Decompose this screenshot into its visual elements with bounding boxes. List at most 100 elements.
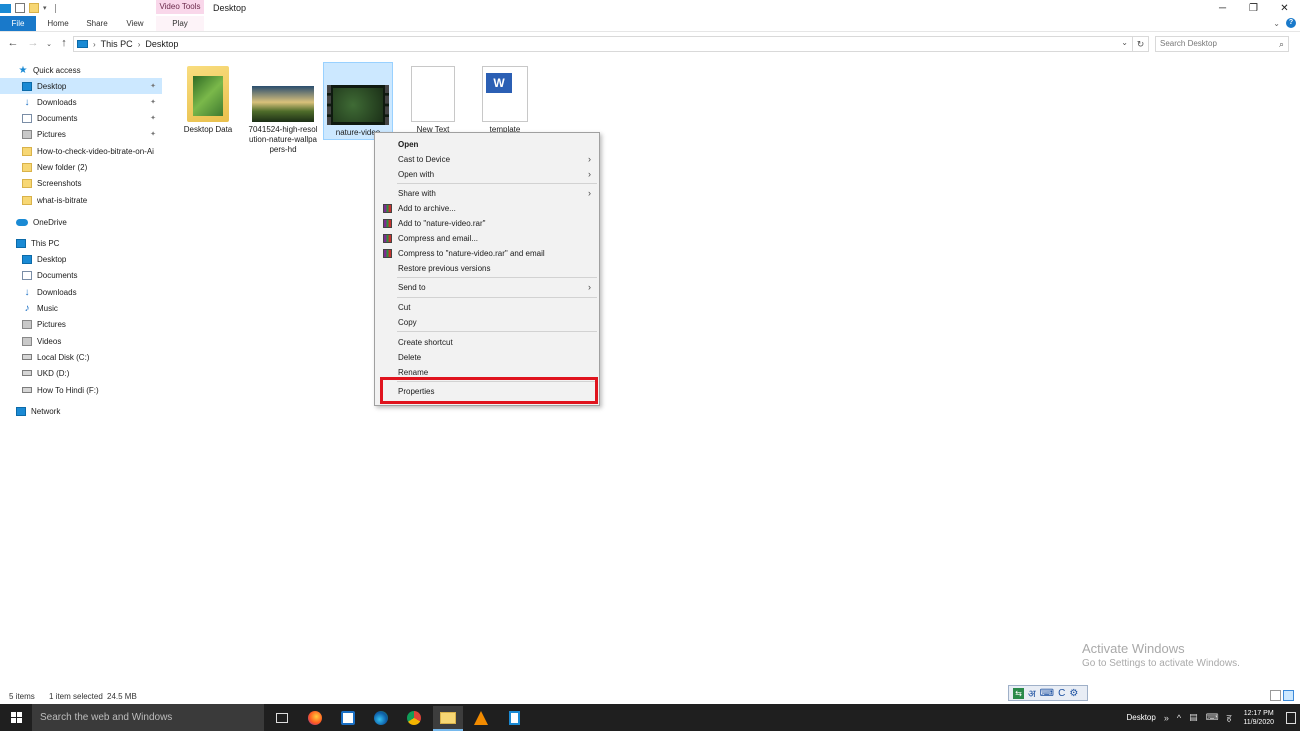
notes-app-icon[interactable] <box>504 708 524 728</box>
nav-label: Downloads <box>37 287 77 297</box>
tab-view[interactable]: View <box>122 16 148 31</box>
forward-arrow-icon[interactable]: → <box>26 37 40 49</box>
menu-item-add-to-rar[interactable]: Add to "nature-video.rar" <box>375 216 599 231</box>
menu-item-compress-to-rar-email[interactable]: Compress to "nature-video.rar" and email <box>375 246 599 261</box>
menu-item-cut[interactable]: Cut <box>375 300 599 315</box>
nav-quick-access[interactable]: ★ Quick access <box>0 62 162 78</box>
menu-item-create-shortcut[interactable]: Create shortcut <box>375 335 599 350</box>
menu-item-open-with[interactable]: Open with › <box>375 167 599 182</box>
ime-icon[interactable]: ⇆ <box>1013 687 1024 699</box>
file-item-template[interactable]: W template <box>470 62 540 135</box>
menu-item-open[interactable]: Open <box>375 137 599 152</box>
notifications-icon[interactable] <box>1286 711 1296 724</box>
nav-pc-local-disk-c[interactable]: Local Disk (C:) <box>0 349 162 365</box>
nav-quick-folder-new[interactable]: New folder (2) <box>0 159 162 175</box>
menu-item-compress-and-email[interactable]: Compress and email... <box>375 231 599 246</box>
file-item-new-text[interactable]: New Text <box>398 62 468 135</box>
breadcrumb-desktop[interactable]: Desktop <box>145 39 178 49</box>
menu-item-send-to[interactable]: Send to › <box>375 280 599 295</box>
task-view-icon[interactable] <box>272 708 292 728</box>
drive-icon <box>22 354 32 360</box>
firefox-icon[interactable] <box>305 708 325 728</box>
message-icon[interactable]: ▤ <box>1189 712 1198 723</box>
nav-pc-how-to-hindi-f[interactable]: How To Hindi (F:) <box>0 382 162 398</box>
nav-quick-folder-bitrate[interactable]: what-is-bitrate <box>0 192 162 208</box>
nav-this-pc[interactable]: This PC <box>0 235 162 251</box>
menu-item-share-with[interactable]: Share with › <box>375 186 599 201</box>
new-folder-icon[interactable] <box>29 3 39 13</box>
expand-ribbon-icon[interactable]: ⌄ <box>1273 19 1280 28</box>
nav-pc-downloads[interactable]: ↓ Downloads <box>0 284 162 300</box>
back-arrow-icon[interactable]: ← <box>6 37 20 49</box>
breadcrumb-this-pc[interactable]: This PC <box>101 39 133 49</box>
menu-item-restore-previous-versions[interactable]: Restore previous versions <box>375 261 599 276</box>
nav-pc-documents[interactable]: Documents <box>0 267 162 283</box>
breadcrumb-chevron-icon[interactable]: › <box>138 40 141 49</box>
snipping-tool-icon[interactable] <box>338 708 358 728</box>
toolbar-expand-icon[interactable]: » <box>1164 713 1169 723</box>
nav-quick-documents[interactable]: Documents ✦ <box>0 110 162 126</box>
nav-quick-pictures[interactable]: Pictures ✦ <box>0 126 162 142</box>
start-button[interactable] <box>0 704 32 731</box>
language-bar[interactable]: ⇆ अ ⌨ C ⚙ <box>1008 685 1088 701</box>
breadcrumb-chevron-icon[interactable]: › <box>93 40 96 49</box>
pin-icon[interactable]: ✦ <box>150 98 156 106</box>
nav-pc-ukd-d[interactable]: UKD (D:) <box>0 365 162 381</box>
nav-quick-desktop[interactable]: Desktop ✦ <box>0 78 162 94</box>
edge-icon[interactable] <box>371 708 391 728</box>
tab-file[interactable]: File <box>0 16 36 31</box>
menu-item-delete[interactable]: Delete <box>375 350 599 365</box>
address-bar[interactable]: › This PC › Desktop ⌄ <box>73 36 1133 52</box>
pin-icon[interactable]: ✦ <box>150 114 156 122</box>
nav-onedrive[interactable]: OneDrive <box>0 214 162 230</box>
customize-qat-icon[interactable]: ▾ <box>43 4 47 12</box>
address-row: ← → ⌄ ↑ › This PC › Desktop ⌄ ↻ Search D… <box>0 34 1300 54</box>
properties-icon[interactable] <box>15 3 25 13</box>
refresh-icon[interactable]: ↻ <box>1133 36 1149 52</box>
large-icons-view-icon[interactable] <box>1283 690 1294 701</box>
file-explorer-icon[interactable] <box>433 706 463 731</box>
show-hidden-icons-chevron-icon[interactable]: ^ <box>1177 713 1181 723</box>
pin-icon[interactable]: ✦ <box>150 130 156 138</box>
desktop-toolbar-label[interactable]: Desktop <box>1126 713 1155 722</box>
up-arrow-icon[interactable]: ↑ <box>57 37 71 49</box>
minimize-button[interactable]: ─ <box>1207 0 1238 16</box>
caps-icon[interactable]: C <box>1058 688 1065 699</box>
nav-quick-folder-how-to[interactable]: How-to-check-video-bitrate-on-Ai <box>0 143 162 159</box>
nav-pc-music[interactable]: ♪ Music <box>0 300 162 316</box>
nav-pc-pictures[interactable]: Pictures <box>0 316 162 332</box>
nav-pc-desktop[interactable]: Desktop <box>0 251 162 267</box>
chrome-icon[interactable] <box>404 708 424 728</box>
restore-button[interactable]: ❐ <box>1238 0 1269 16</box>
close-button[interactable]: ✕ <box>1269 0 1300 16</box>
nav-quick-downloads[interactable]: ↓ Downloads ✦ <box>0 94 162 110</box>
pin-icon[interactable]: ✦ <box>150 82 156 90</box>
recent-locations-chevron-icon[interactable]: ⌄ <box>42 40 56 48</box>
nav-quick-folder-screenshots[interactable]: Screenshots <box>0 175 162 191</box>
tab-play[interactable]: Play <box>156 16 204 31</box>
hindi-input-icon[interactable]: अ <box>1028 686 1036 700</box>
menu-item-copy[interactable]: Copy <box>375 315 599 330</box>
details-view-icon[interactable] <box>1270 690 1281 701</box>
help-icon[interactable]: ? <box>1286 18 1296 28</box>
keyboard-icon[interactable]: ⌨ <box>1040 688 1054 699</box>
tab-share[interactable]: Share <box>82 16 112 31</box>
search-input[interactable]: Search Desktop ⌕ <box>1155 36 1289 52</box>
tab-home[interactable]: Home <box>44 16 72 31</box>
vlc-icon[interactable] <box>471 708 491 728</box>
taskbar-search-box[interactable]: Search the web and Windows <box>32 704 264 731</box>
file-item-desktop-data[interactable]: Desktop Data <box>173 62 243 135</box>
address-dropdown-icon[interactable]: ⌄ <box>1121 38 1128 47</box>
winrar-icon <box>383 219 392 228</box>
settings-gear-icon[interactable]: ⚙ <box>1069 688 1078 699</box>
menu-item-cast-to-device[interactable]: Cast to Device › <box>375 152 599 167</box>
keyboard-tray-icon[interactable]: ⌨ <box>1206 712 1219 723</box>
nav-pc-videos[interactable]: Videos <box>0 333 162 349</box>
language-tray-icon[interactable]: ह <box>1227 711 1232 724</box>
clock[interactable]: 12:17 PM 11/9/2020 <box>1243 709 1274 727</box>
file-item-nature-video[interactable]: nature-video <box>323 62 393 140</box>
menu-item-add-to-archive[interactable]: Add to archive... <box>375 201 599 216</box>
file-item-wallpaper[interactable]: 7041524-high-resolution-nature-wallpaper… <box>248 62 318 155</box>
window-title: Desktop <box>213 3 247 13</box>
nav-network[interactable]: Network <box>0 403 162 419</box>
